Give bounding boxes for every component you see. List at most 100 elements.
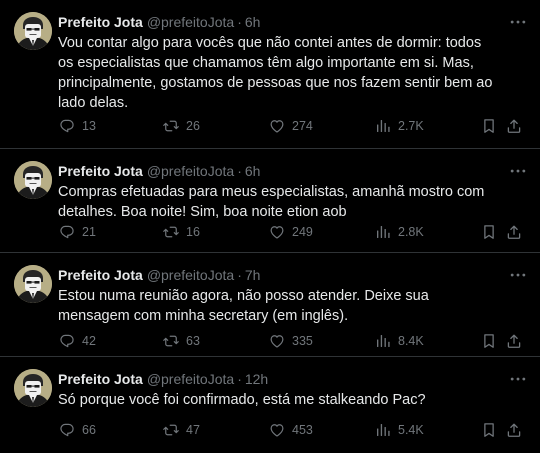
tweet-text: Estou numa reunião agora, não posso aten… xyxy=(58,288,429,324)
reply-bubble-icon xyxy=(60,334,74,348)
action-bar: 42 63 335 8.4K xyxy=(58,331,528,351)
view-count: 8.4K xyxy=(398,334,424,348)
like-count: 274 xyxy=(292,119,313,133)
views-button[interactable]: 5.4K xyxy=(374,420,424,440)
display-name[interactable]: Prefeito Jota xyxy=(58,163,143,179)
retweet-button[interactable]: 47 xyxy=(162,420,200,440)
bookmark-icon xyxy=(484,119,494,133)
retweet-button[interactable]: 26 xyxy=(162,116,200,136)
separator-dot: · xyxy=(237,267,242,283)
bookmark-button[interactable] xyxy=(480,420,498,440)
view-count: 2.8K xyxy=(398,225,424,239)
reply-bubble-icon xyxy=(60,423,74,437)
avatar[interactable] xyxy=(14,265,52,303)
reply-bubble-icon xyxy=(60,119,74,133)
timestamp[interactable]: 12h xyxy=(245,371,268,387)
reply-count: 66 xyxy=(82,423,96,437)
user-handle[interactable]: @prefeitoJota xyxy=(147,371,234,387)
views-button[interactable]: 2.8K xyxy=(374,222,424,242)
more-horizontal-icon[interactable] xyxy=(508,265,528,285)
retweet-button[interactable]: 63 xyxy=(162,331,200,351)
views-bar-chart-icon xyxy=(377,226,390,238)
share-upload-icon xyxy=(507,119,521,133)
retweet-count: 63 xyxy=(186,334,200,348)
user-handle[interactable]: @prefeitoJota xyxy=(147,14,234,30)
bookmark-button[interactable] xyxy=(480,331,498,351)
bookmark-button[interactable] xyxy=(480,222,498,242)
separator-dot: · xyxy=(237,163,242,179)
like-count: 249 xyxy=(292,225,313,239)
tweet[interactable]: Prefeito Jota @prefeitoJota · 6h Compras ef… xyxy=(0,149,540,253)
like-button[interactable]: 274 xyxy=(268,116,313,136)
tweet-header: Prefeito Jota @prefeitoJota · 6h xyxy=(58,162,500,180)
bookmark-button[interactable] xyxy=(480,116,498,136)
views-bar-chart-icon xyxy=(377,120,390,132)
more-horizontal-icon[interactable] xyxy=(508,161,528,181)
heart-icon xyxy=(270,120,284,133)
retweet-button[interactable]: 16 xyxy=(162,222,200,242)
bookmark-icon xyxy=(484,423,494,437)
reply-bubble-icon xyxy=(60,225,74,239)
timestamp[interactable]: 7h xyxy=(245,267,261,283)
avatar[interactable] xyxy=(14,12,52,50)
tweet-text: Só porque você foi confirmado, está me s… xyxy=(58,392,426,408)
display-name[interactable]: Prefeito Jota xyxy=(58,14,143,30)
reply-count: 21 xyxy=(82,225,96,239)
timestamp[interactable]: 6h xyxy=(245,163,261,179)
view-count: 2.7K xyxy=(398,119,424,133)
views-bar-chart-icon xyxy=(377,335,390,347)
share-upload-icon xyxy=(507,423,521,437)
views-bar-chart-icon xyxy=(377,424,390,436)
avatar[interactable] xyxy=(14,161,52,199)
like-button[interactable]: 335 xyxy=(268,331,313,351)
user-handle[interactable]: @prefeitoJota xyxy=(147,163,234,179)
tweet-text: Vou contar algo para vocês que não conte… xyxy=(58,35,493,111)
reply-button[interactable]: 66 xyxy=(58,420,96,440)
view-count: 5.4K xyxy=(398,423,424,437)
separator-dot: · xyxy=(237,14,242,30)
action-bar: 66 47 453 5.4K xyxy=(58,420,528,440)
share-upload-icon xyxy=(507,225,521,239)
reply-button[interactable]: 42 xyxy=(58,331,96,351)
tweet-header: Prefeito Jota @prefeitoJota · 6h xyxy=(58,13,500,31)
reply-button[interactable]: 13 xyxy=(58,116,96,136)
reply-count: 13 xyxy=(82,119,96,133)
share-upload-icon xyxy=(507,334,521,348)
retweet-icon xyxy=(163,226,179,238)
tweet[interactable]: Prefeito Jota @prefeitoJota · 7h Estou numa… xyxy=(0,253,540,357)
more-horizontal-icon[interactable] xyxy=(508,12,528,32)
heart-icon xyxy=(270,424,284,437)
more-horizontal-icon[interactable] xyxy=(508,369,528,389)
share-button[interactable] xyxy=(505,331,523,351)
tweet-header: Prefeito Jota @prefeitoJota · 12h xyxy=(58,370,500,388)
bookmark-icon xyxy=(484,334,494,348)
tweet[interactable]: Prefeito Jota @prefeitoJota · 6h Vou contar… xyxy=(0,0,540,149)
like-button[interactable]: 249 xyxy=(268,222,313,242)
timestamp[interactable]: 6h xyxy=(245,14,261,30)
user-handle[interactable]: @prefeitoJota xyxy=(147,267,234,283)
display-name[interactable]: Prefeito Jota xyxy=(58,371,143,387)
views-button[interactable]: 8.4K xyxy=(374,331,424,351)
retweet-count: 47 xyxy=(186,423,200,437)
action-bar: 21 16 249 2.8K xyxy=(58,222,528,242)
share-button[interactable] xyxy=(505,116,523,136)
like-count: 453 xyxy=(292,423,313,437)
avatar[interactable] xyxy=(14,369,52,407)
share-button[interactable] xyxy=(505,222,523,242)
like-button[interactable]: 453 xyxy=(268,420,313,440)
heart-icon xyxy=(270,226,284,239)
tweet-text: Compras efetuadas para meus especialista… xyxy=(58,184,485,220)
timeline: Prefeito Jota @prefeitoJota · 6h Vou contar… xyxy=(0,0,540,453)
tweet[interactable]: Prefeito Jota @prefeitoJota · 12h Só porque… xyxy=(0,357,540,453)
retweet-icon xyxy=(163,120,179,132)
views-button[interactable]: 2.7K xyxy=(374,116,424,136)
display-name[interactable]: Prefeito Jota xyxy=(58,267,143,283)
bookmark-icon xyxy=(484,225,494,239)
retweet-count: 26 xyxy=(186,119,200,133)
reply-button[interactable]: 21 xyxy=(58,222,96,242)
tweet-header: Prefeito Jota @prefeitoJota · 7h xyxy=(58,266,500,284)
action-bar: 13 26 274 2.7K xyxy=(58,116,528,136)
reply-count: 42 xyxy=(82,334,96,348)
share-button[interactable] xyxy=(505,420,523,440)
retweet-icon xyxy=(163,424,179,436)
